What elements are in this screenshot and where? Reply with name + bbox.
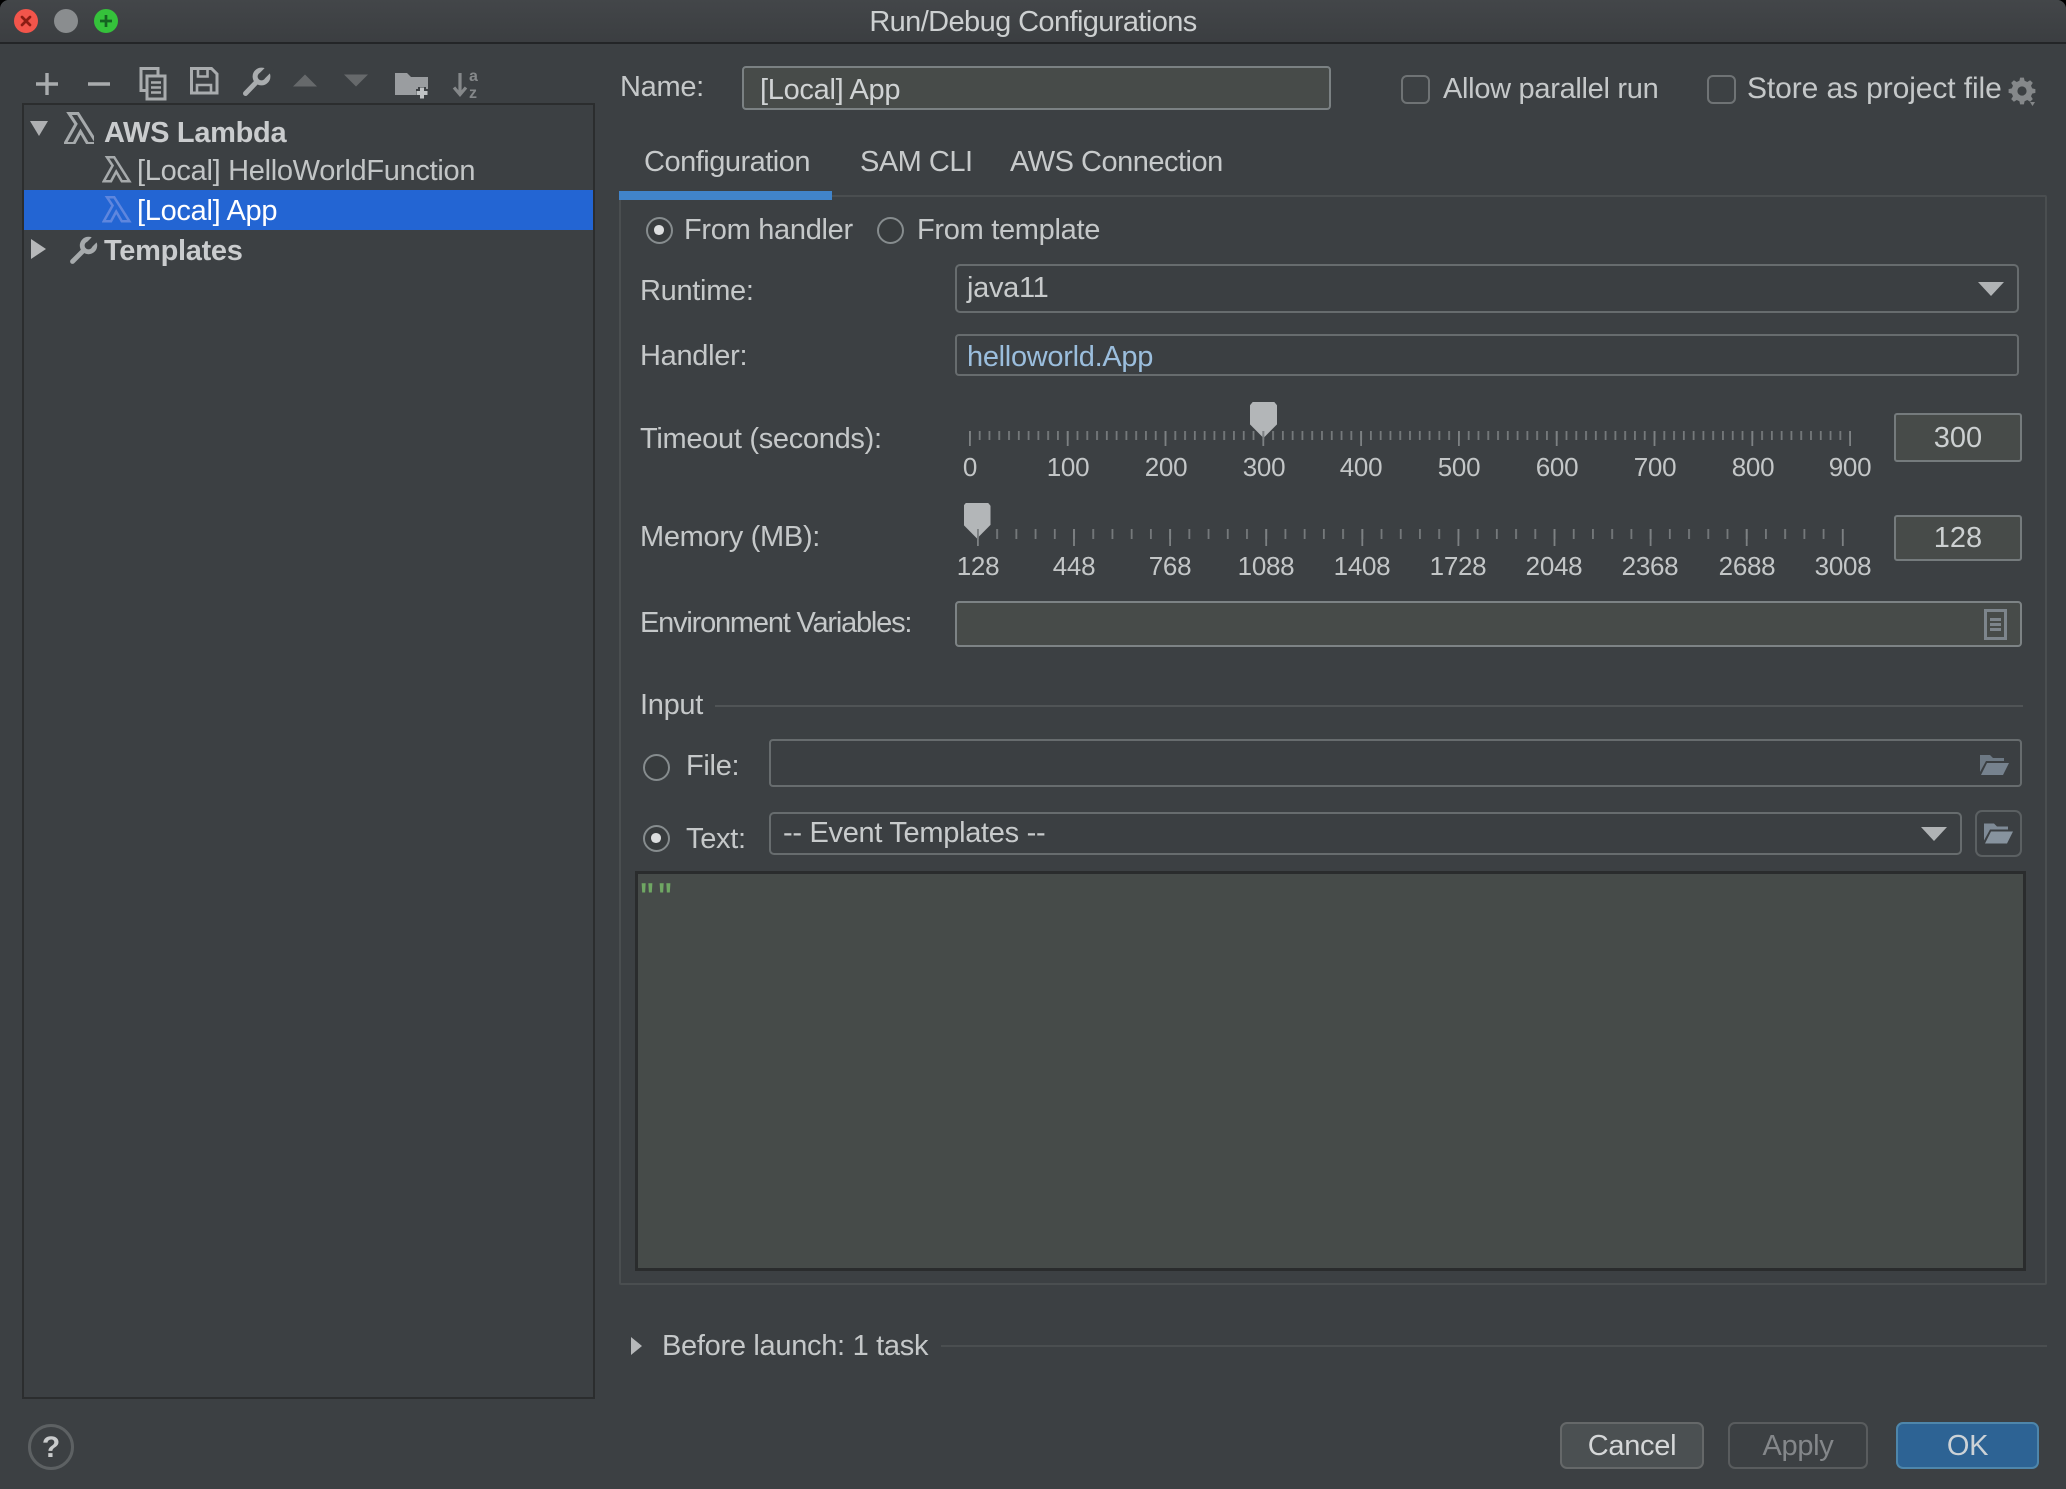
svg-text:z: z [469,85,477,102]
svg-text:a: a [469,68,478,85]
